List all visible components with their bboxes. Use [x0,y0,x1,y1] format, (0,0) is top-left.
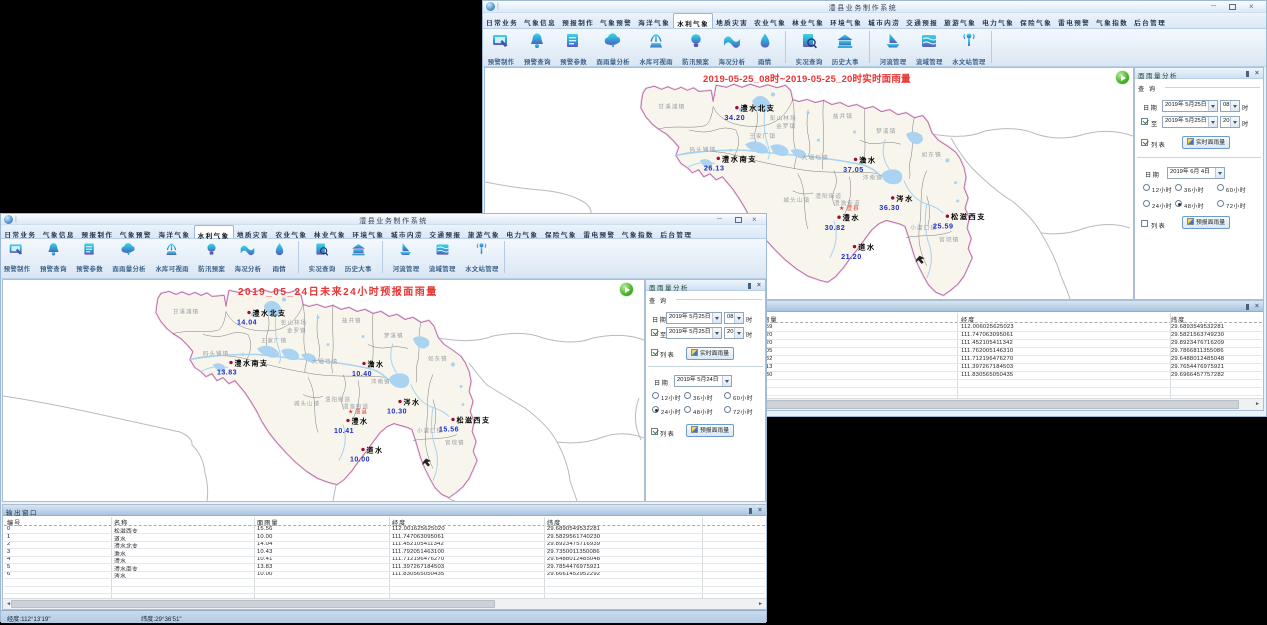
svg-text:14.04: 14.04 [237,320,257,327]
svg-text:25.59: 25.59 [933,222,954,230]
svg-text:10.30: 10.30 [387,409,407,416]
svg-text:36.30: 36.30 [879,204,900,212]
svg-text:10.40: 10.40 [352,371,372,378]
svg-text:21.20: 21.20 [841,253,862,261]
svg-text:30.82: 30.82 [825,224,846,232]
svg-text:10.41: 10.41 [334,428,354,435]
svg-text:13.83: 13.83 [217,370,237,377]
svg-text:15.56: 15.56 [439,427,459,434]
svg-text:26.13: 26.13 [704,165,725,173]
svg-text:34.20: 34.20 [724,114,745,122]
svg-text:37.05: 37.05 [843,166,864,174]
svg-text:10.00: 10.00 [350,457,370,464]
